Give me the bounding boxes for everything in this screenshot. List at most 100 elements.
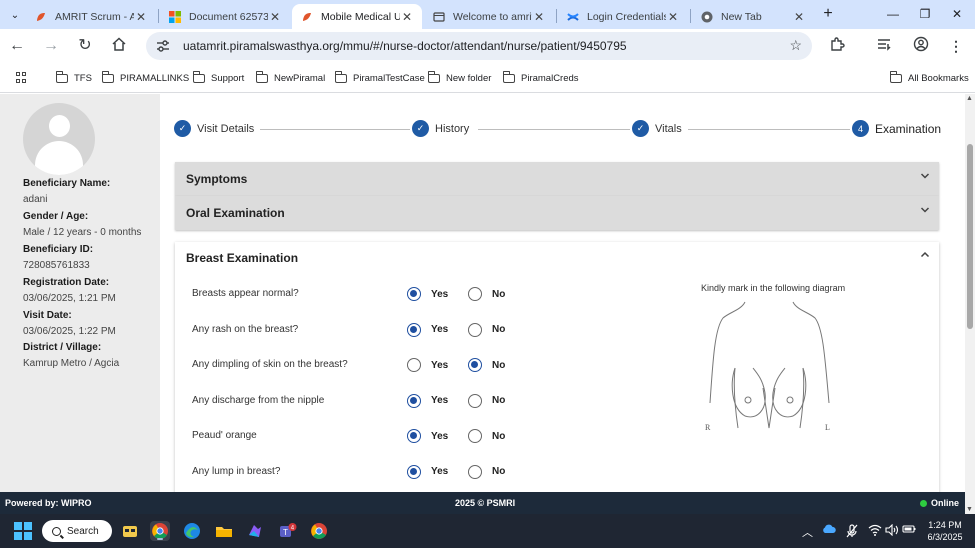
teams-taskbar-icon[interactable]: T4 bbox=[277, 521, 297, 541]
site-settings-icon[interactable] bbox=[155, 38, 171, 54]
radio-yes[interactable]: Yes bbox=[407, 287, 448, 301]
radio-button[interactable] bbox=[407, 322, 421, 337]
close-icon[interactable]: ✕ bbox=[792, 10, 806, 24]
breast-examination-title[interactable]: Breast Examination bbox=[186, 251, 298, 265]
bookmark-piramaltestcase[interactable]: PiramalTestCase bbox=[335, 70, 425, 85]
radio-button[interactable] bbox=[468, 287, 482, 301]
radio-button[interactable] bbox=[468, 393, 482, 408]
radio-button[interactable] bbox=[407, 358, 421, 372]
minimize-icon[interactable]: — bbox=[878, 4, 908, 24]
oral-examination-panel-header[interactable]: Oral Examination bbox=[175, 196, 939, 230]
radio-button[interactable] bbox=[407, 393, 421, 408]
radio-no[interactable]: No bbox=[468, 287, 505, 301]
reading-list-icon[interactable] bbox=[874, 36, 894, 56]
taskbar-search[interactable]: Search bbox=[42, 520, 112, 542]
radio-no[interactable]: No bbox=[468, 393, 505, 408]
radio-button[interactable] bbox=[407, 429, 421, 443]
file-explorer-icon[interactable] bbox=[214, 521, 234, 541]
task-view-icon[interactable] bbox=[120, 521, 140, 541]
back-arrow-icon[interactable]: ← bbox=[7, 36, 27, 56]
chrome-taskbar-icon[interactable] bbox=[150, 521, 170, 541]
new-tab-plus-icon[interactable]: + bbox=[819, 6, 837, 24]
restore-icon[interactable]: ❐ bbox=[910, 4, 940, 24]
radio-button[interactable] bbox=[468, 358, 482, 372]
page-scrollbar[interactable]: ▲ ▼ bbox=[965, 94, 975, 514]
taskbar-clock[interactable]: 1:24 PM 6/3/2025 bbox=[920, 519, 970, 543]
radio-button[interactable] bbox=[407, 287, 421, 301]
bookmark-piramalcreds[interactable]: PiramalCreds bbox=[503, 70, 579, 85]
breast-diagram[interactable]: R L bbox=[705, 298, 835, 436]
tab-welcome-amrit[interactable]: Welcome to amrit ✕ bbox=[424, 4, 554, 29]
diagram-left-label: R bbox=[705, 423, 711, 432]
chrome-taskbar-icon-2[interactable] bbox=[309, 521, 329, 541]
radio-button[interactable] bbox=[407, 464, 421, 479]
profile-icon[interactable] bbox=[911, 36, 931, 56]
microsoft-365-icon[interactable] bbox=[245, 521, 265, 541]
step-vitals[interactable]: ✓ Vitals bbox=[632, 120, 682, 137]
folder-icon bbox=[193, 70, 205, 83]
radio-no[interactable]: No bbox=[468, 464, 505, 479]
beneficiary-id: 728085761833 bbox=[23, 260, 90, 271]
close-icon[interactable]: ✕ bbox=[134, 10, 148, 24]
radio-button[interactable] bbox=[468, 322, 482, 337]
radio-yes[interactable]: Yes bbox=[407, 358, 448, 372]
bookmark-star-icon[interactable]: ☆ bbox=[789, 37, 802, 54]
close-icon[interactable]: ✕ bbox=[400, 10, 414, 24]
tab-search-chevron-icon[interactable]: ⌄ bbox=[6, 6, 24, 24]
step-visit-details[interactable]: ✓ Visit Details bbox=[174, 120, 254, 137]
windows-start-icon[interactable] bbox=[14, 522, 32, 540]
tab-document[interactable]: Document 625738 ✕ bbox=[160, 4, 290, 29]
scrollbar-thumb[interactable] bbox=[967, 144, 973, 329]
district-village-label: District / Village: bbox=[23, 342, 102, 353]
radio-yes[interactable]: Yes bbox=[407, 429, 448, 443]
page-content: Beneficiary Name: adani Gender / Age: Ma… bbox=[0, 94, 965, 492]
beneficiary-sidebar: Beneficiary Name: adani Gender / Age: Ma… bbox=[0, 94, 160, 492]
bookmark-newpiramal[interactable]: NewPiramal bbox=[256, 70, 325, 85]
registration-date: 03/06/2025, 1:21 PM bbox=[23, 293, 116, 304]
chevron-up-icon[interactable] bbox=[920, 250, 930, 263]
bookmark-new-folder[interactable]: New folder bbox=[428, 70, 491, 85]
bookmark-tfs[interactable]: TFS bbox=[56, 70, 92, 85]
symptoms-panel-header[interactable]: Symptoms bbox=[175, 162, 939, 196]
reload-icon[interactable]: ↻ bbox=[75, 36, 95, 56]
forward-arrow-icon[interactable]: → bbox=[41, 36, 61, 56]
step-history[interactable]: ✓ History bbox=[412, 120, 469, 137]
battery-icon[interactable] bbox=[902, 524, 916, 537]
extensions-icon[interactable] bbox=[827, 36, 847, 56]
close-icon[interactable]: ✕ bbox=[268, 10, 282, 24]
menu-kebab-icon[interactable]: ⋮ bbox=[946, 36, 966, 56]
volume-icon[interactable] bbox=[885, 523, 899, 539]
home-icon[interactable] bbox=[109, 36, 129, 56]
close-icon[interactable]: ✕ bbox=[666, 10, 680, 24]
scroll-up-icon[interactable]: ▲ bbox=[966, 95, 973, 102]
address-bar[interactable]: uatamrit.piramalswasthya.org/mmu/#/nurse… bbox=[146, 32, 812, 60]
radio-button[interactable] bbox=[468, 464, 482, 479]
wifi-icon[interactable] bbox=[868, 524, 882, 539]
edge-taskbar-icon[interactable] bbox=[182, 521, 202, 541]
tab-login-credentials[interactable]: Login Credentials ✕ bbox=[558, 4, 688, 29]
tab-mobile-medical-unit[interactable]: Mobile Medical Ur ✕ bbox=[292, 4, 422, 29]
radio-button[interactable] bbox=[468, 429, 482, 443]
radio-yes[interactable]: Yes bbox=[407, 393, 448, 408]
radio-no[interactable]: No bbox=[468, 358, 505, 372]
bookmark-support[interactable]: Support bbox=[193, 70, 244, 85]
folder-icon bbox=[503, 70, 515, 83]
window-close-icon[interactable]: ✕ bbox=[942, 4, 972, 24]
tab-new-tab[interactable]: New Tab ✕ bbox=[692, 4, 814, 29]
apps-grid-icon[interactable] bbox=[16, 72, 27, 83]
mic-muted-icon[interactable] bbox=[846, 524, 858, 541]
windows-taskbar: Search T4 ︿ 1:24 PM 6/3/2025 bbox=[0, 514, 975, 548]
bookmark-piramallinks[interactable]: PIRAMALLINKS bbox=[102, 70, 189, 85]
tray-chevron-up-icon[interactable]: ︿ bbox=[802, 524, 813, 540]
radio-yes[interactable]: Yes bbox=[407, 464, 448, 479]
step-examination[interactable]: 4 Examination bbox=[852, 120, 941, 137]
all-bookmarks[interactable]: All Bookmarks bbox=[890, 70, 969, 85]
onedrive-icon[interactable] bbox=[822, 524, 836, 537]
radio-no[interactable]: No bbox=[468, 429, 505, 443]
close-icon[interactable]: ✕ bbox=[532, 10, 546, 24]
radio-no[interactable]: No bbox=[468, 322, 505, 337]
scroll-down-icon[interactable]: ▼ bbox=[966, 506, 973, 513]
tab-amrit-scrum[interactable]: AMRIT Scrum - Ag ✕ bbox=[26, 4, 156, 29]
radio-yes[interactable]: Yes bbox=[407, 322, 448, 337]
registration-date-label: Registration Date: bbox=[23, 277, 110, 288]
